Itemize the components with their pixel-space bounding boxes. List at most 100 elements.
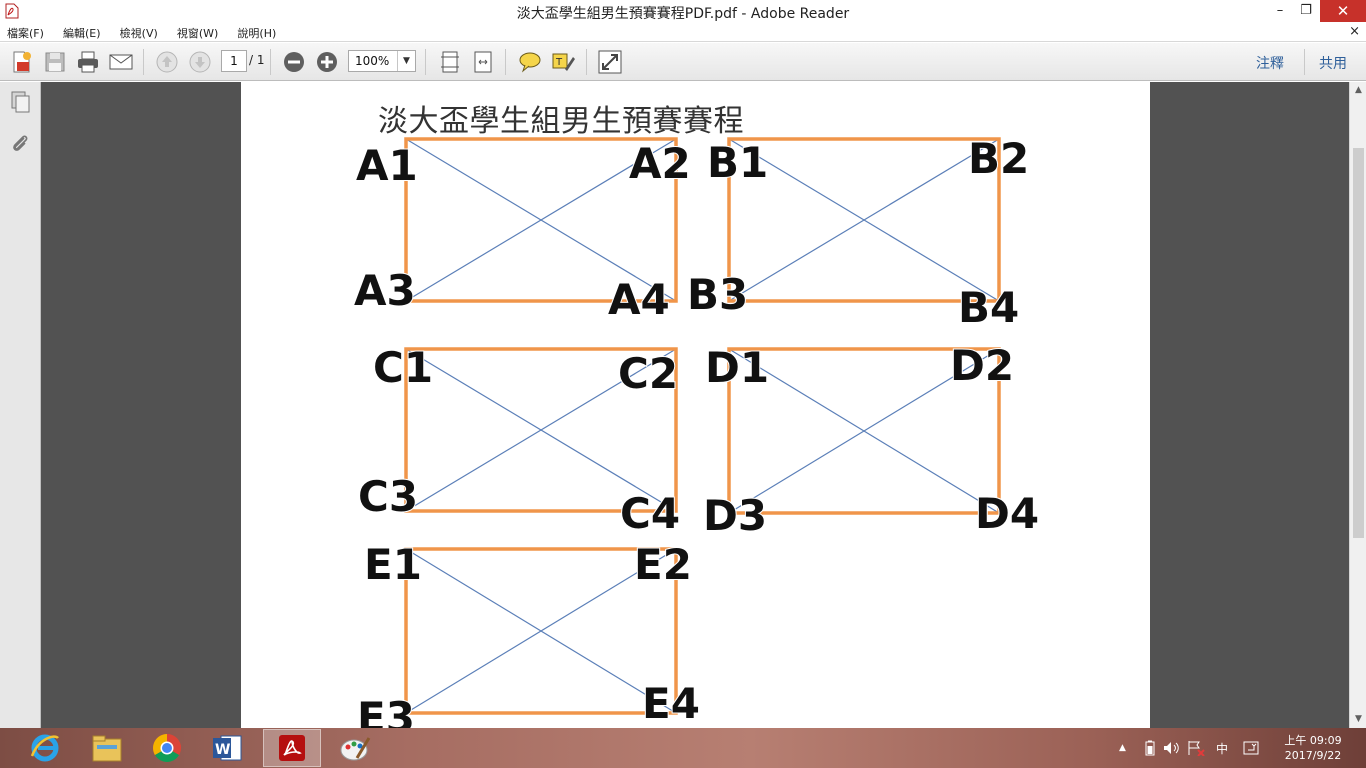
adobe-reader-icon [279,735,305,761]
taskbar: W [0,728,1366,768]
taskbar-adobe-reader[interactable] [263,729,321,767]
svg-text:T: T [555,57,563,68]
menu-help[interactable]: 說明(H) [230,22,283,41]
group-a-bracket: A1 A2 A3 A4 [353,137,692,325]
menu-edit[interactable]: 編輯(E) [56,22,108,41]
group-e-bracket: E1 E2 E3 E4 [356,539,701,728]
close-button[interactable]: ✕ [1320,0,1366,22]
word-icon: W [213,735,242,761]
fit-page-button[interactable] [436,48,464,76]
page-total: / 1 [249,53,265,67]
taskbar-word[interactable]: W [198,729,256,767]
team-label-d3: D3 [703,491,767,540]
team-label-e1: E1 [364,540,422,589]
group-b-bracket: B1 B2 B3 B4 [686,133,1030,333]
fit-width-button[interactable] [469,48,497,76]
fit-width-icon [474,51,492,73]
toolbar-divider [1304,49,1305,75]
zoom-in-button[interactable] [313,48,341,76]
zoom-value: 100% [355,54,390,68]
taskbar-file-explorer[interactable] [78,729,136,767]
toolbar-separator [270,49,271,75]
taskbar-paint[interactable] [326,729,384,767]
team-label-c1: C1 [373,343,433,392]
taskbar-chrome[interactable] [138,729,196,767]
team-label-c2: C2 [618,349,678,398]
window-title: 淡大盃學生組男生預賽賽程PDF.pdf - Adobe Reader [516,6,850,22]
menu-file[interactable]: 檔案(F) [0,22,51,41]
highlight-button[interactable]: T [549,48,577,76]
toolbar-separator [586,49,587,75]
previous-page-button[interactable] [153,48,181,76]
full-screen-button[interactable] [596,48,624,76]
toolbar: T [0,43,1366,81]
chevron-down-icon[interactable]: ▼ [397,51,415,71]
page-number-input[interactable]: 1 [221,50,247,72]
highlight-icon: T [552,53,575,71]
next-page-button[interactable] [186,48,214,76]
clock-time: 上午 09:09 [1284,734,1342,747]
toolbar-separator [425,49,426,75]
email-button[interactable] [107,48,135,76]
document-viewer[interactable]: 淡大盃學生組男生預賽賽程 A1 A2 A3 A4 B1 B2 B3 B4 C1 C2 C3 C4 D1 D… [41,82,1349,728]
close-document-button[interactable]: × [1349,24,1360,39]
clock-date: 2017/9/22 [1284,749,1342,762]
chrome-icon [153,734,181,762]
input-method-indicator[interactable]: 中 [1216,740,1228,757]
team-label-d2: D2 [950,341,1014,390]
add-comment-button[interactable] [516,48,544,76]
attachments-icon[interactable] [8,132,32,156]
team-label-a3: A3 [354,266,416,315]
scroll-down-button[interactable]: ▼ [1350,711,1366,728]
group-d-bracket: D1 D2 D3 D4 [702,340,1040,541]
svg-text:W: W [215,742,230,758]
fit-page-icon [441,51,459,73]
team-label-b4: B4 [958,283,1019,332]
battery-icon[interactable] [1144,740,1156,756]
share-panel-link[interactable]: 共用 [1319,53,1347,73]
zoom-select[interactable]: 100% ▼ [348,50,416,72]
title-bar: 淡大盃學生組男生預賽賽程PDF.pdf - Adobe Reader – ❐ ✕ [0,0,1366,22]
toolbar-separator [143,49,144,75]
full-screen-icon [598,50,622,74]
menu-view[interactable]: 檢視(V) [113,22,165,41]
system-clock[interactable]: 上午 09:09 2017/9/22 [1268,733,1358,763]
team-label-b1: B1 [707,138,768,187]
keyboard-mode-icon[interactable] [1243,741,1259,755]
print-button[interactable] [74,48,102,76]
save-icon [45,52,65,72]
pdf-page: 淡大盃學生組男生預賽賽程 A1 A2 A3 A4 B1 B2 B3 B4 C1 C2 C3 C4 D1 D… [241,82,1150,728]
team-label-e3: E3 [357,693,415,728]
action-center-flag-icon[interactable] [1187,740,1205,756]
zoom-out-icon [284,52,304,72]
comment-panel-link[interactable]: 注釋 [1256,53,1284,73]
team-label-b3: B3 [687,270,748,319]
team-label-a4: A4 [608,275,670,324]
team-label-a1: A1 [356,141,418,190]
team-label-c3: C3 [358,472,418,521]
minimize-button[interactable]: – [1266,0,1294,22]
show-hidden-icons-button[interactable]: ▲ [1119,743,1126,753]
page-thumbnails-icon[interactable] [8,90,32,114]
scroll-thumb[interactable] [1353,148,1364,538]
zoom-out-button[interactable] [280,48,308,76]
volume-icon[interactable] [1163,741,1181,755]
taskbar-internet-explorer[interactable] [16,729,74,767]
create-pdf-icon [13,51,31,73]
restore-button[interactable]: ❐ [1292,0,1320,22]
team-label-c4: C4 [620,489,680,538]
scroll-up-button[interactable]: ▲ [1350,82,1366,99]
vertical-scrollbar[interactable]: ▲ ▼ [1349,82,1366,728]
print-icon [78,51,98,73]
zoom-in-icon [317,52,337,72]
next-page-icon [189,51,211,73]
team-label-a2: A2 [629,139,691,188]
team-label-b2: B2 [968,134,1029,183]
paint-icon [340,737,371,761]
menu-window[interactable]: 視窗(W) [170,22,225,41]
toolbar-separator [505,49,506,75]
create-pdf-button[interactable] [8,48,36,76]
save-button[interactable] [41,48,69,76]
internet-explorer-icon [30,734,59,762]
group-c-bracket: C1 C2 C3 C4 [357,342,681,539]
